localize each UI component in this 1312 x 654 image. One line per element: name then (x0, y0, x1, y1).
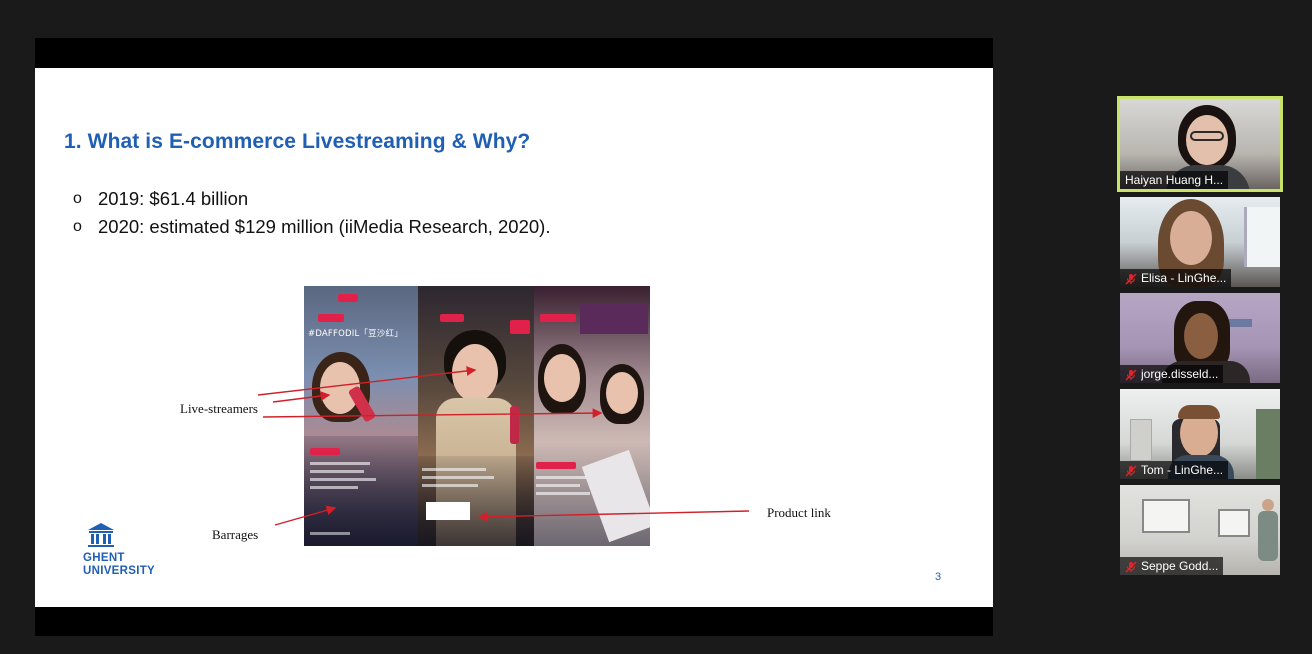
participant-video-tile[interactable]: Tom - LinGhe... (1120, 389, 1280, 479)
bullet-text: 2019: $61.4 billion (98, 188, 249, 209)
comment-line (422, 476, 494, 479)
participant-name: Tom - LinGhe... (1141, 463, 1224, 477)
participant-name-tag: jorge.disseld... (1120, 365, 1224, 383)
participant-video-tile[interactable]: jorge.disseld... (1120, 293, 1280, 383)
streamer-face (606, 372, 638, 414)
product-box (581, 449, 650, 543)
wall-decoration (1228, 319, 1252, 327)
streamer-face (544, 354, 580, 402)
barrages-label: Barrages (212, 527, 259, 542)
comment-line (310, 470, 364, 473)
logo-line-2: UNIVERSITY (83, 565, 156, 577)
comment-line (310, 486, 358, 489)
participant-hair (1178, 405, 1220, 419)
product-banner-text: #DAFFODIL「豆沙红」 (308, 329, 403, 339)
muted-microphone-icon (1125, 560, 1137, 573)
comment-line (422, 468, 486, 471)
streamer-face (452, 344, 498, 402)
participant-name: Haiyan Huang H... (1125, 173, 1224, 187)
comment-line (536, 476, 586, 479)
live-badge (338, 294, 358, 302)
product-link-card (426, 502, 470, 520)
muted-microphone-icon (1125, 368, 1137, 381)
chat-input (310, 532, 350, 535)
glasses (1190, 131, 1224, 141)
comment-line (536, 484, 580, 487)
comment-line (310, 462, 370, 465)
ghent-university-logo: GHENT UNIVERSITY (83, 522, 163, 578)
participant-name-tag: Tom - LinGhe... (1120, 461, 1229, 479)
lipstick-product (510, 406, 519, 444)
wall-frame (1142, 499, 1190, 533)
participant-name-tag: Haiyan Huang H... (1120, 171, 1229, 189)
participant-name: jorge.disseld... (1141, 367, 1219, 381)
comment-highlight (310, 448, 340, 455)
livestream-panel (534, 286, 650, 546)
slide-page-number: 3 (935, 571, 942, 583)
comment-line (310, 478, 376, 481)
participant-name: Seppe Godd... (1141, 559, 1219, 573)
muted-microphone-icon (1125, 464, 1137, 477)
bullet-list: o 2019: $61.4 billion o 2020: estimated … (73, 188, 550, 244)
slide-title: 1. What is E-commerce Livestreaming & Wh… (64, 130, 531, 153)
follow-badge (318, 314, 344, 322)
window-background (1244, 207, 1280, 267)
comment-line (422, 484, 478, 487)
follow-badge (440, 314, 464, 322)
livestream-panel: #DAFFODIL「豆沙红」 (304, 286, 418, 546)
participant-body (1258, 511, 1278, 561)
participant-face (1262, 499, 1274, 511)
product-link-label: Product link (767, 505, 831, 520)
logo-line-1: GHENT (83, 552, 125, 564)
product-strip (580, 304, 648, 334)
participant-video-tile[interactable]: Haiyan Huang H... (1117, 96, 1283, 192)
live-streamers-label: Live-streamers (180, 401, 258, 416)
bullet-item: o 2020: estimated $129 million (iiMedia … (73, 216, 550, 244)
participant-video-tile[interactable]: Elisa - LinGhe... (1120, 197, 1280, 287)
presentation-slide: 1. What is E-commerce Livestreaming & Wh… (35, 68, 993, 607)
university-building-icon (88, 523, 114, 547)
promo-badge (510, 320, 530, 334)
bullet-glyph: o (73, 218, 82, 235)
participant-name: Elisa - LinGhe... (1141, 271, 1227, 285)
bullet-item: o 2019: $61.4 billion (73, 188, 550, 216)
bullet-glyph: o (73, 190, 82, 207)
participant-face (1170, 211, 1212, 265)
wall-frame (1218, 509, 1250, 537)
plant (1256, 409, 1280, 479)
bullet-text: 2020: estimated $129 million (iiMedia Re… (98, 216, 551, 237)
comment-line (536, 492, 590, 495)
wall-shelf (1130, 419, 1152, 461)
participant-name-tag: Seppe Godd... (1120, 557, 1224, 575)
comment-highlight (536, 462, 576, 469)
participant-face (1184, 313, 1218, 359)
follow-badge (540, 314, 576, 322)
participant-video-tile[interactable]: Seppe Godd... (1120, 485, 1280, 575)
livestream-screenshot-collage: #DAFFODIL「豆沙红」 (304, 286, 650, 546)
participant-name-tag: Elisa - LinGhe... (1120, 269, 1232, 287)
livestream-panel (418, 286, 534, 546)
muted-microphone-icon (1125, 272, 1137, 285)
